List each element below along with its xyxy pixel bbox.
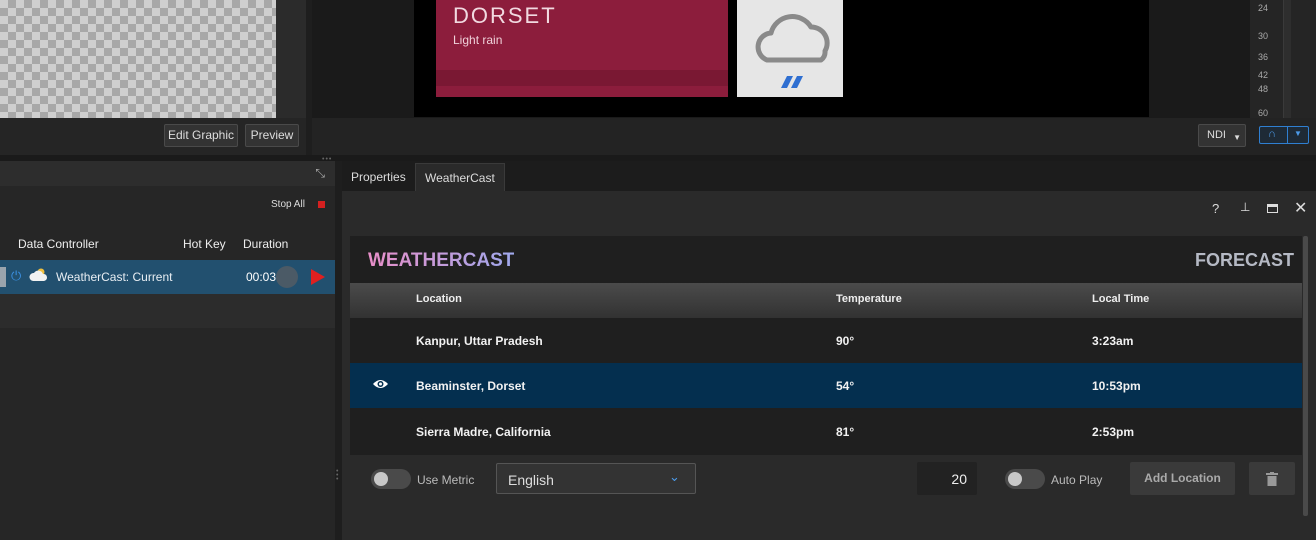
table-row[interactable]: Kanpur, Uttar Pradesh 90° 3:23am	[350, 318, 1302, 363]
item-duration: 00:03	[246, 270, 276, 284]
col-data-controller[interactable]: Data Controller	[18, 237, 99, 251]
meter-tick: 42	[1258, 70, 1269, 80]
meter-tick: 60	[1258, 108, 1269, 118]
units-select[interactable]: English ⌄	[496, 463, 696, 494]
meter-tick: 48	[1258, 84, 1269, 94]
tab-weathercast[interactable]: WeatherCast	[415, 163, 505, 191]
monitor-toolbar	[312, 118, 1316, 155]
row-local-time: 2:53pm	[1092, 425, 1135, 439]
drag-handle[interactable]	[0, 267, 6, 287]
col-duration[interactable]: Duration	[243, 237, 288, 251]
data-controller-panel	[0, 161, 335, 540]
weathercast-logo: WEATHERCAST	[368, 250, 515, 271]
trash-icon	[1266, 472, 1278, 486]
row-local-time: 3:23am	[1092, 334, 1134, 348]
headphones-icon: ∩	[1268, 128, 1276, 140]
card-title: DORSET	[453, 3, 557, 28]
col-local-time[interactable]: Local Time	[1092, 293, 1149, 305]
output-select-value: NDI	[1207, 129, 1226, 141]
use-metric-label: Use Metric	[417, 473, 475, 487]
stop-all-button[interactable]: Stop All	[271, 199, 305, 210]
delete-button[interactable]	[1249, 462, 1295, 495]
interval-value: 20	[951, 471, 967, 487]
eye-icon[interactable]	[372, 378, 389, 393]
col-temperature[interactable]: Temperature	[836, 293, 902, 305]
meter-tick: 30	[1258, 31, 1269, 41]
meter-tick: 24	[1258, 3, 1269, 13]
tab-properties[interactable]: Properties	[342, 163, 415, 191]
play-icon[interactable]	[311, 269, 325, 285]
chevron-down-icon: ▼	[1294, 129, 1302, 138]
col-hot-key[interactable]: Hot Key	[183, 237, 226, 251]
interval-input[interactable]: 20	[917, 462, 977, 495]
maximize-icon[interactable]	[1267, 204, 1278, 213]
preview-button[interactable]: Preview	[245, 124, 299, 147]
card-band	[436, 70, 728, 86]
headphones-button[interactable]: ∩ ▼	[1259, 126, 1309, 144]
col-location[interactable]: Location	[416, 293, 462, 305]
table-row[interactable]: Beaminster, Dorset 54° 10:53pm	[350, 363, 1302, 408]
auto-play-label: Auto Play	[1051, 473, 1103, 487]
use-metric-toggle[interactable]	[371, 469, 411, 489]
edit-graphic-button[interactable]: Edit Graphic	[164, 124, 238, 147]
column-headers: Data Controller Hot Key Duration	[0, 230, 335, 258]
toggle-knob	[374, 472, 388, 486]
output-select[interactable]: NDI ▼	[1198, 124, 1246, 147]
table-header	[350, 283, 1302, 318]
cloud-icon	[29, 268, 49, 285]
help-icon[interactable]: ?	[1212, 201, 1219, 216]
power-icon[interactable]: ⏻	[11, 268, 21, 284]
row-temperature: 54°	[836, 379, 855, 393]
meter-tick: 36	[1258, 52, 1269, 62]
pin-icon[interactable]: ⊥	[1240, 200, 1250, 214]
collapse-icon[interactable]: ⤡	[315, 166, 325, 181]
row-location: Kanpur, Uttar Pradesh	[416, 334, 543, 348]
stop-all-row: Stop All	[0, 195, 335, 215]
scrollbar[interactable]	[1303, 236, 1308, 516]
add-location-button[interactable]: Add Location	[1130, 462, 1235, 495]
stop-icon[interactable]	[318, 201, 325, 208]
units-select-value: English	[508, 472, 554, 488]
row-temperature: 90°	[836, 334, 855, 348]
chevron-down-icon: ⌄	[669, 469, 680, 484]
row-local-time: 10:53pm	[1092, 379, 1141, 393]
toggle-knob	[1008, 472, 1022, 486]
row-temperature: 81°	[836, 425, 855, 439]
list-item[interactable]: ⏻ WeatherCast: Current 00:03	[0, 260, 335, 294]
row-location: Sierra Madre, California	[416, 425, 551, 439]
close-icon[interactable]: ✕	[1294, 198, 1307, 218]
card-subtitle: Light rain	[453, 33, 503, 47]
weather-lower-third: DORSET Light rain	[436, 0, 728, 97]
rain-cloud-icon	[737, 0, 843, 97]
preview-scroll-gutter	[276, 0, 306, 118]
panel-header: ⤡	[0, 161, 335, 186]
divider	[1287, 127, 1288, 143]
check-icon[interactable]	[276, 266, 298, 288]
meter-bar	[1283, 0, 1291, 118]
mode-title: FORECAST	[1195, 250, 1294, 270]
chevron-down-icon: ▼	[1233, 133, 1241, 142]
item-name: WeatherCast: Current	[56, 270, 173, 284]
transparency-preview	[0, 0, 276, 118]
table-row[interactable]: Sierra Madre, California 81° 2:53pm	[350, 409, 1302, 454]
list-empty-row	[0, 294, 335, 328]
row-location: Beaminster, Dorset	[416, 379, 526, 393]
auto-play-toggle[interactable]	[1005, 469, 1045, 489]
grip-icon: •••	[336, 468, 339, 483]
